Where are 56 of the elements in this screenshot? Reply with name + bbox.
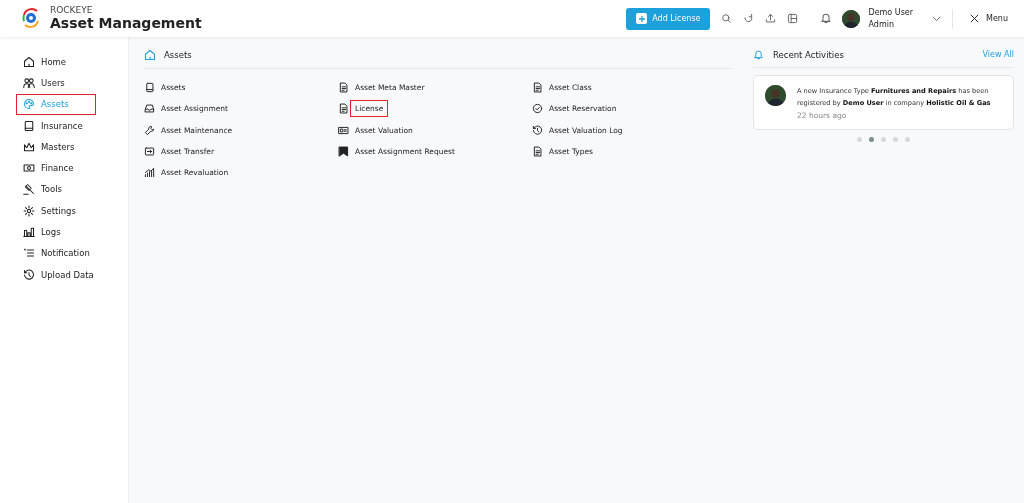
document-icon [338, 103, 349, 115]
carousel-dot[interactable] [881, 137, 886, 143]
carousel-dot[interactable] [857, 137, 862, 143]
sidebar-item[interactable]: Finance [16, 157, 96, 179]
transfer-icon [144, 146, 155, 158]
upload-icon[interactable] [765, 13, 777, 24]
growth-chart-icon [144, 167, 155, 179]
sidebar-item[interactable]: Insurance [16, 114, 96, 137]
sidebar-item[interactable]: Logs [16, 221, 96, 243]
notification-bell-icon[interactable] [820, 12, 833, 24]
banknote-icon [23, 162, 35, 175]
document-icon [338, 82, 349, 94]
check-circle-icon [532, 103, 543, 115]
search-icon[interactable] [721, 13, 733, 24]
home-icon [23, 55, 35, 68]
sidebar-item[interactable]: Notification [16, 242, 97, 264]
gear-logo-icon [20, 7, 42, 30]
document-icon [532, 82, 543, 94]
close-icon [969, 13, 981, 24]
gavel-icon [23, 183, 35, 196]
user-role: Admin [868, 18, 895, 30]
carousel-dot[interactable] [869, 137, 874, 143]
palette-icon [23, 98, 35, 111]
sidebar-item[interactable]: Settings [16, 200, 96, 222]
notification-bell-icon [753, 49, 764, 60]
plus-icon [637, 14, 646, 23]
users-icon [23, 76, 35, 89]
user-name: Demo User [868, 7, 914, 19]
menu-button[interactable]: Menu [963, 12, 1014, 25]
app-title: Asset Management [50, 14, 202, 32]
book-icon [23, 119, 35, 132]
sidebar-item[interactable]: Upload Data [16, 263, 101, 286]
sidebar-item[interactable]: Home [16, 51, 96, 73]
tablet-icon [144, 82, 155, 94]
carousel-dot[interactable] [893, 137, 898, 143]
layout-icon[interactable] [787, 13, 799, 24]
sidebar-item[interactable]: Masters [16, 136, 96, 158]
brand-name: ROCKEYE [50, 5, 94, 15]
history-icon [532, 124, 543, 136]
wrench-icon [144, 124, 155, 136]
section-title: Recent Activities [773, 49, 844, 60]
sidebar-item[interactable]: Users [16, 72, 96, 94]
home-icon [144, 49, 156, 61]
crown-icon [23, 140, 35, 153]
sidebar-item[interactable]: Tools [16, 178, 96, 201]
tray-icon [144, 103, 155, 115]
bookmark-icon [338, 146, 349, 158]
list-icon [23, 247, 35, 260]
history-icon [23, 268, 35, 281]
carousel-dot[interactable] [905, 137, 910, 143]
panel-title: Assets [164, 50, 192, 60]
document-icon [532, 146, 543, 158]
user-avatar [842, 9, 861, 28]
user-avatar [765, 85, 786, 106]
bar-chart-icon [23, 226, 35, 238]
card-icon [338, 124, 349, 136]
